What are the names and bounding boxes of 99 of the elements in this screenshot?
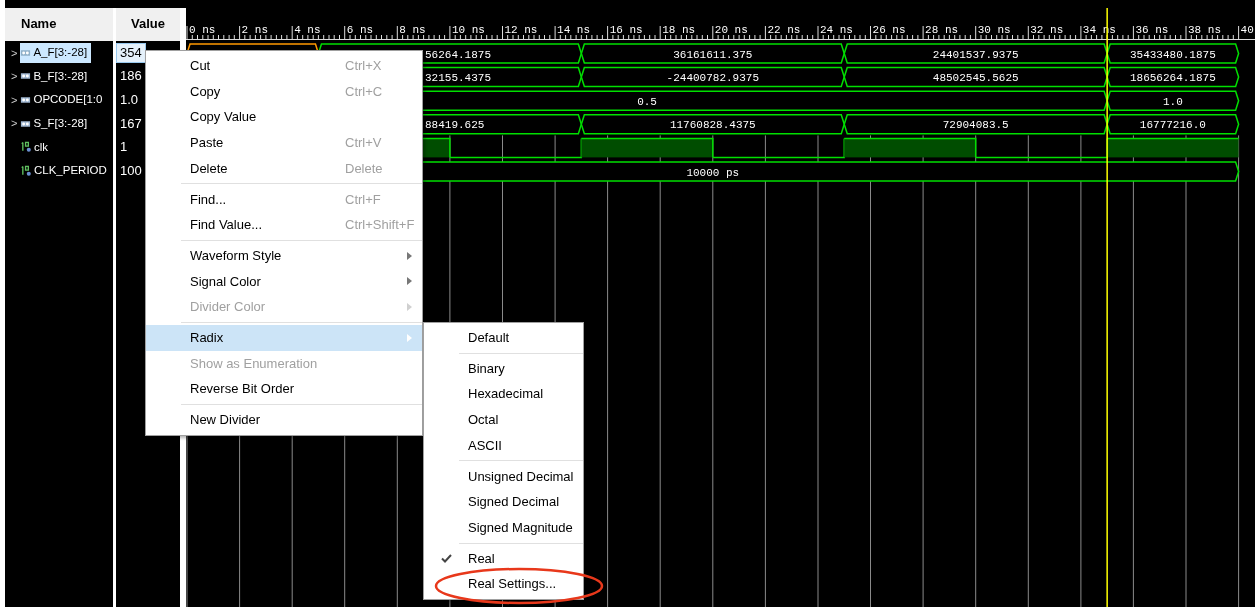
bus-segment[interactable] xyxy=(843,66,1108,88)
signal-value: 1.0 xyxy=(119,91,140,109)
signal-name[interactable]: S_F[3:-28] xyxy=(20,113,92,134)
bus-value: 72904083.5 xyxy=(942,119,1009,132)
bus-segment[interactable] xyxy=(580,66,846,88)
bus-value: 48502545.5625 xyxy=(932,72,1019,85)
menu-item[interactable]: Find... Ctrl+F xyxy=(146,186,422,213)
menu-item[interactable]: Cut Ctrl+X xyxy=(146,53,422,79)
bus-value: 32155.4375 xyxy=(425,72,491,85)
bit-signal-icon xyxy=(21,141,32,154)
bus-value: 35433480.1875 xyxy=(1129,48,1216,61)
submenu-arrow-icon xyxy=(407,303,412,312)
submenu-arrow-icon xyxy=(407,251,412,260)
bus-segment[interactable] xyxy=(843,114,1108,135)
bus-value: 88419.625 xyxy=(425,119,485,132)
shortcut-label: Ctrl+V xyxy=(345,134,382,153)
expand-toggle[interactable]: > xyxy=(11,91,18,109)
time-label: 22 ns xyxy=(767,24,801,36)
time-label: 6 ns xyxy=(346,24,374,36)
menu-item[interactable]: Signed Magnitude xyxy=(424,514,583,541)
shortcut-label: Ctrl+X xyxy=(345,57,382,76)
menu-item[interactable]: Copy Value xyxy=(146,104,422,131)
bus-value: 11760828.4375 xyxy=(669,119,756,132)
signal-value: 167 xyxy=(119,114,143,133)
bus-value: 1.0 xyxy=(1162,95,1183,108)
column-header[interactable]: Value xyxy=(116,7,180,41)
shortcut-label: Ctrl+F xyxy=(345,190,381,209)
bus-value: 56264.1875 xyxy=(425,48,491,61)
time-label: 2 ns xyxy=(241,24,268,36)
column-header[interactable]: Name xyxy=(5,7,113,41)
time-label: 4 ns xyxy=(294,24,321,36)
menu-item[interactable]: Hexadecimal xyxy=(424,381,583,408)
menu-item[interactable]: Default xyxy=(424,325,583,351)
menu-item[interactable]: Delete Delete xyxy=(146,155,422,182)
time-label: 32 ns xyxy=(1030,24,1064,36)
signal-name[interactable]: B_F[3:-28] xyxy=(20,66,92,87)
signal-value: 186 xyxy=(119,67,143,86)
time-label: 38 ns xyxy=(1188,24,1222,36)
bus-value: 18656264.1875 xyxy=(1129,72,1216,85)
menu-item[interactable]: Real Settings... xyxy=(424,571,583,597)
time-label: 20 ns xyxy=(714,24,748,36)
time-label: 36 ns xyxy=(1135,24,1169,36)
menu-item[interactable]: Real xyxy=(424,545,583,572)
shortcut-label: Ctrl+Shift+F xyxy=(345,216,415,235)
bus-value: 10000 ps xyxy=(686,166,740,179)
expand-toggle[interactable]: > xyxy=(11,68,18,85)
time-label: 16 ns xyxy=(609,24,643,36)
menu-item[interactable]: Radix xyxy=(146,324,422,351)
bus-value: 16777216.0 xyxy=(1139,119,1206,132)
time-label: 0 ns xyxy=(189,24,216,36)
time-label: 12 ns xyxy=(504,24,538,36)
bus-segment[interactable] xyxy=(1106,43,1240,64)
bit-signal-icon xyxy=(21,164,32,177)
bus-segment[interactable] xyxy=(580,114,846,135)
signal-name[interactable]: clk xyxy=(21,137,53,158)
signal-name[interactable]: CLK_PERIOD xyxy=(21,160,111,181)
shortcut-label: Ctrl+C xyxy=(345,82,383,101)
menu-item[interactable]: New Divider xyxy=(146,406,422,433)
menu-item[interactable]: Reverse Bit Order xyxy=(146,376,422,402)
bus-value: 36161611.375 xyxy=(673,48,753,61)
bus-value: 0.5 xyxy=(637,95,657,108)
signal-value: 354 xyxy=(116,42,146,63)
bus-segment[interactable] xyxy=(580,43,846,64)
time-label: 26 ns xyxy=(872,24,906,36)
time-label: 14 ns xyxy=(557,24,591,36)
expand-toggle[interactable]: > xyxy=(11,44,18,62)
signal-name[interactable]: OPCODE[1:0 xyxy=(20,90,107,110)
time-label: 10 ns xyxy=(451,24,485,36)
menu-item[interactable]: Binary xyxy=(424,355,583,382)
bus-value: 24401537.9375 xyxy=(932,48,1019,61)
bus-icon xyxy=(20,94,32,106)
shortcut-label: Delete xyxy=(345,159,383,178)
time-label: 28 ns xyxy=(925,24,959,36)
time-label: 30 ns xyxy=(977,24,1011,36)
menu-item[interactable]: Waveform Style xyxy=(146,242,422,269)
signal-value: 100 xyxy=(119,161,143,180)
bus-value: -24400782.9375 xyxy=(666,72,759,85)
menu-item[interactable]: Signed Decimal xyxy=(424,489,583,515)
expand-toggle[interactable]: > xyxy=(11,115,18,132)
time-label: 24 ns xyxy=(819,24,853,36)
menu-item[interactable]: Unsigned Decimal xyxy=(424,463,583,490)
signal-value: 1 xyxy=(119,138,129,157)
time-ruler[interactable] xyxy=(186,25,1255,40)
time-label: 18 ns xyxy=(662,24,696,36)
time-label: 8 ns xyxy=(399,24,426,36)
bus-segment[interactable] xyxy=(1106,114,1240,135)
menu-item[interactable]: ASCII xyxy=(424,432,583,459)
menu-item[interactable]: Copy Ctrl+C xyxy=(146,78,422,105)
time-label: 40 xyxy=(1240,24,1254,36)
bus-segment[interactable] xyxy=(843,43,1108,64)
bus-segment[interactable] xyxy=(1106,66,1240,88)
menu-item[interactable]: Find Value... Ctrl+Shift+F xyxy=(146,212,422,238)
submenu-arrow-icon xyxy=(407,333,412,342)
bus-segment[interactable] xyxy=(1106,90,1240,111)
menu-item[interactable]: Octal xyxy=(424,407,583,433)
signal-name[interactable]: A_F[3:-28] xyxy=(20,42,92,63)
menu-item[interactable]: Signal Color xyxy=(146,268,422,295)
submenu-arrow-icon xyxy=(407,277,412,286)
menu-item[interactable]: Paste Ctrl+V xyxy=(146,130,422,156)
